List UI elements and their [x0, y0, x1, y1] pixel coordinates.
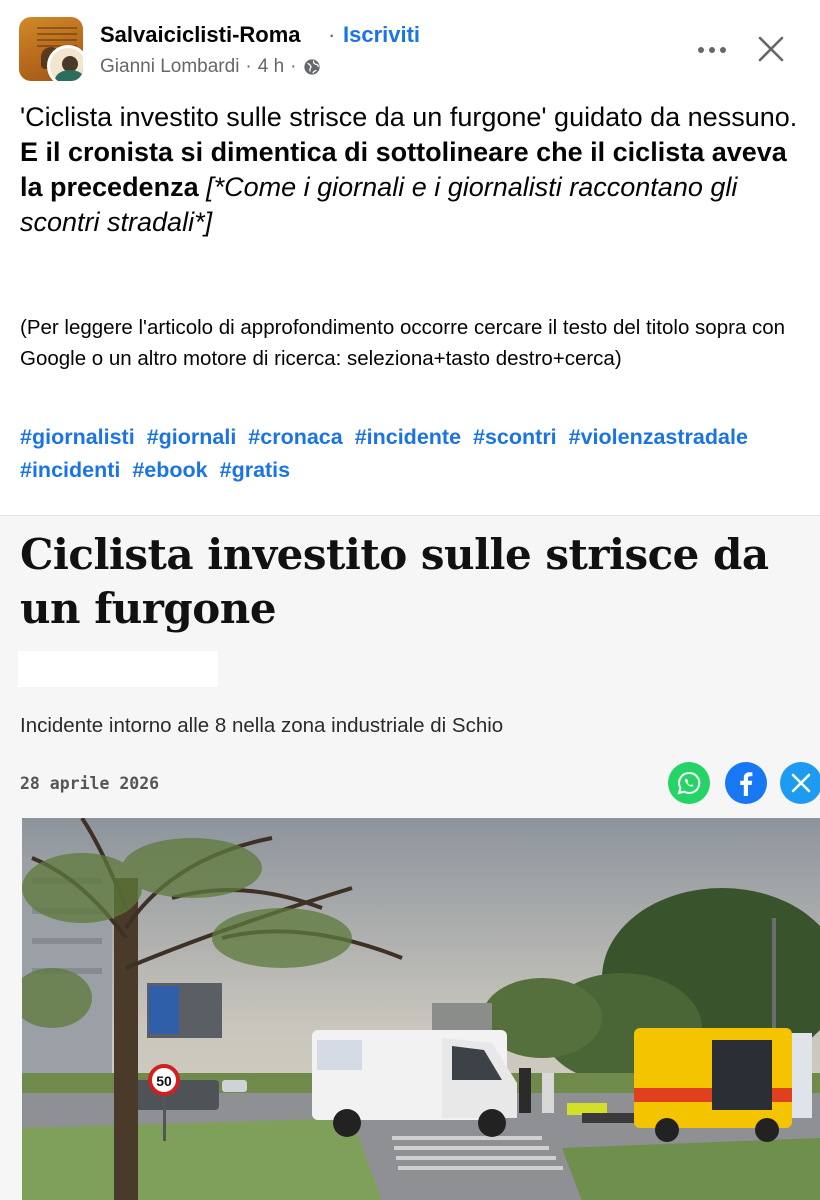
article-date: 28 aprile 2026: [20, 774, 160, 793]
separator-dot: ·: [328, 22, 336, 47]
separator-dot: ·: [245, 56, 252, 77]
article-photo[interactable]: 50: [22, 818, 820, 1200]
page-avatar[interactable]: [19, 17, 83, 81]
article-subtitle: Incidente intorno alle 8 nella zona indu…: [20, 714, 504, 737]
more-horizontal-icon: [698, 47, 726, 53]
post-header: Salvaiciclisti-Roma · Iscriviti Gianni L…: [0, 0, 820, 100]
hashtag-link[interactable]: #giornali: [147, 425, 237, 449]
facebook-icon: [740, 772, 753, 796]
x-icon: [791, 773, 811, 793]
speed-limit-sign: 50: [156, 1073, 172, 1089]
whatsapp-icon: [677, 771, 701, 795]
hashtag-link[interactable]: #cronaca: [248, 425, 342, 449]
article-screenshot[interactable]: Ciclista investito sulle strisce da un f…: [0, 515, 820, 1200]
hashtag-link[interactable]: #violenzastradale: [569, 425, 748, 449]
post-text-plain: 'Ciclista investito sulle strisce da un …: [20, 102, 798, 132]
page-name-link[interactable]: Salvaiciclisti-Roma: [100, 22, 301, 48]
close-button[interactable]: [752, 30, 790, 68]
post-time-link[interactable]: 4 h: [258, 56, 284, 78]
follow-button[interactable]: Iscriviti: [343, 22, 420, 48]
post-message: 'Ciclista investito sulle strisce da un …: [20, 100, 800, 240]
accident-scene-image: 50: [22, 818, 820, 1200]
redacted-box: [18, 651, 218, 687]
hashtag-link[interactable]: #incidenti: [20, 458, 120, 482]
post-note: (Per leggere l'articolo di approfondimen…: [20, 316, 786, 370]
hashtag-link[interactable]: #gratis: [220, 458, 291, 482]
facebook-share-button[interactable]: [725, 762, 767, 804]
more-options-button[interactable]: [694, 32, 730, 68]
close-icon: [758, 36, 784, 62]
hashtag-link[interactable]: #giornalisti: [20, 425, 135, 449]
article-title: Ciclista investito sulle strisce da un f…: [20, 530, 769, 633]
hashtag-link[interactable]: #scontri: [473, 425, 557, 449]
author-name-link[interactable]: Gianni Lombardi: [100, 56, 239, 78]
author-meta: Gianni Lombardi · 4 h ·: [100, 56, 321, 78]
x-share-button[interactable]: [780, 762, 820, 804]
whatsapp-share-button[interactable]: [668, 762, 710, 804]
author-avatar[interactable]: [47, 45, 83, 81]
globe-icon: [303, 59, 320, 75]
hashtag-list: #giornalisti #giornali #cronaca #inciden…: [20, 421, 810, 487]
separator-dot: ·: [290, 56, 297, 77]
hashtag-link[interactable]: #ebook: [132, 458, 207, 482]
hashtag-link[interactable]: #incidente: [355, 425, 461, 449]
